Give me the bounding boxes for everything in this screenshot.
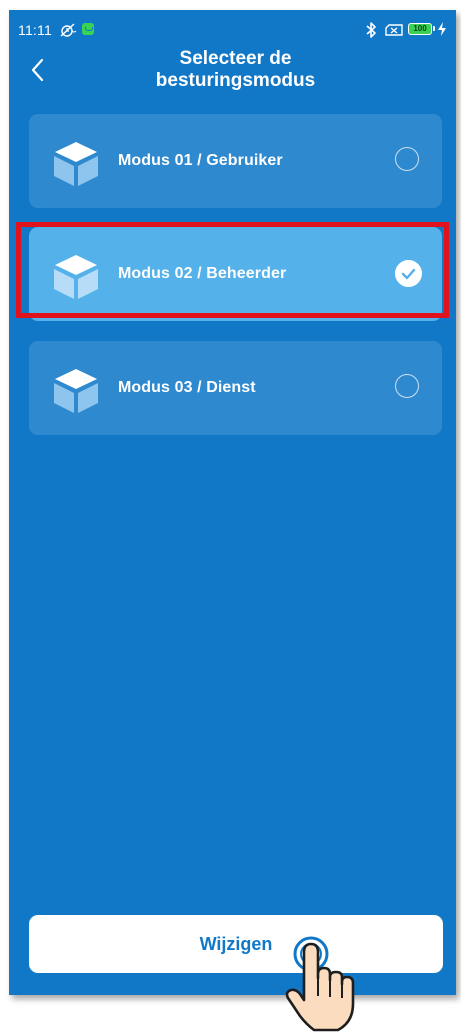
bluetooth-icon (366, 22, 376, 38)
alarm-off-icon (60, 23, 77, 37)
app-screen: 11:11 100 Selecteer de besturingsmodus M… (9, 10, 456, 995)
radio-checked-icon[interactable] (395, 260, 422, 287)
radio-unchecked[interactable] (395, 374, 419, 398)
charging-icon (438, 22, 446, 36)
status-time: 11:11 (18, 22, 52, 38)
mode-label: Modus 02 / Beheerder (118, 265, 287, 282)
battery-icon: 100 (408, 23, 435, 35)
cube-icon (54, 369, 98, 413)
mode-option-02[interactable]: Modus 02 / Beheerder (29, 227, 442, 321)
no-sim-icon (385, 24, 403, 36)
chevron-left-icon (31, 58, 44, 82)
change-button[interactable]: Wijzigen (29, 915, 443, 973)
cube-icon (54, 142, 98, 186)
radio-unchecked[interactable] (395, 147, 419, 171)
cube-icon (54, 255, 98, 299)
status-bar: 11:11 100 (9, 10, 456, 38)
mode-label: Modus 01 / Gebruiker (118, 152, 283, 169)
mode-option-03[interactable]: Modus 03 / Dienst (29, 341, 442, 435)
mode-label: Modus 03 / Dienst (118, 379, 256, 396)
page-title: Selecteer de besturingsmodus (155, 48, 316, 91)
hand-pointer-icon (285, 936, 355, 1032)
back-button[interactable] (26, 56, 50, 84)
app-notification-icon (82, 23, 94, 35)
mode-option-01[interactable]: Modus 01 / Gebruiker (29, 114, 442, 208)
